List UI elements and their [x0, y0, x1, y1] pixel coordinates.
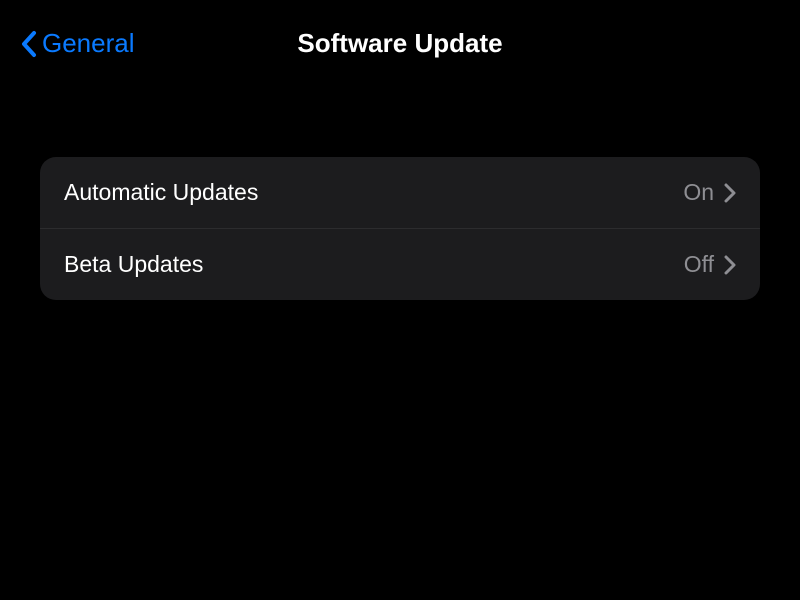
row-label: Beta Updates [64, 251, 203, 278]
header: General Software Update [0, 0, 800, 79]
row-right: On [683, 179, 736, 206]
automatic-updates-row[interactable]: Automatic Updates On [40, 157, 760, 228]
back-label: General [42, 28, 135, 59]
row-value: On [683, 179, 714, 206]
row-right: Off [684, 251, 736, 278]
back-button[interactable]: General [20, 28, 135, 59]
row-label: Automatic Updates [64, 179, 258, 206]
chevron-right-icon [724, 183, 736, 203]
chevron-right-icon [724, 255, 736, 275]
chevron-left-icon [20, 30, 38, 58]
beta-updates-row[interactable]: Beta Updates Off [40, 228, 760, 300]
row-value: Off [684, 251, 714, 278]
settings-group: Automatic Updates On Beta Updates Off [40, 157, 760, 300]
